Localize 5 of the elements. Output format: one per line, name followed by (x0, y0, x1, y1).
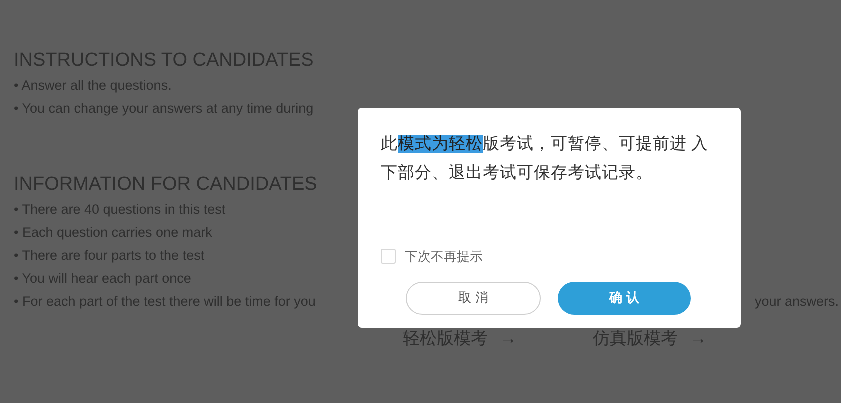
checkbox-label: 下次不再提示 (405, 248, 483, 266)
checkbox[interactable] (381, 249, 396, 264)
confirm-button[interactable]: 确 认 (558, 282, 691, 314)
cancel-button[interactable]: 取 消 (406, 282, 541, 314)
dialog-message: 此模式为轻松版考试，可暂停、可提前进 入下部分、退出考试可保存考试记录。 (381, 134, 710, 184)
